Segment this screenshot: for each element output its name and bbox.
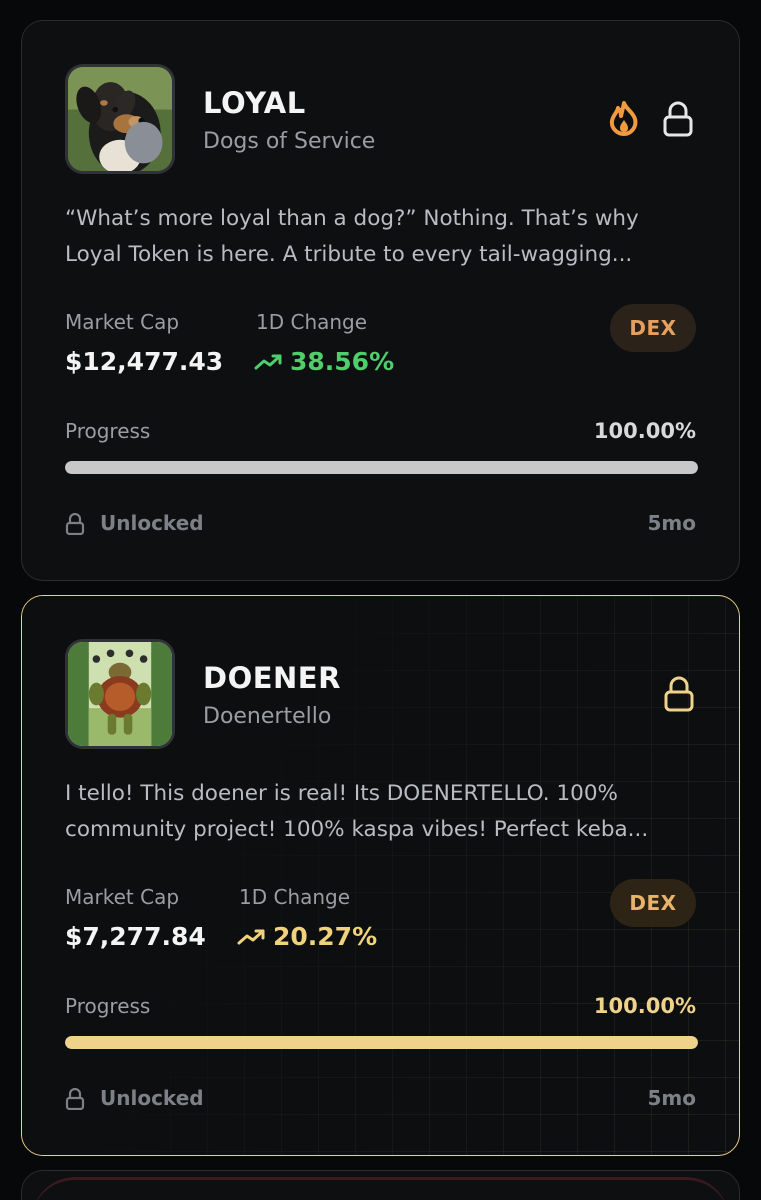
lock-status: Unlocked	[100, 511, 204, 535]
lock-icon[interactable]	[663, 676, 695, 712]
token-name: Doenertello	[203, 704, 332, 729]
change-label: 1D Change	[256, 310, 368, 334]
dog-avatar-image	[68, 67, 172, 171]
change-value: 20.27%	[237, 922, 377, 951]
description-line-1: I tello! This doener is real! Its DOENER…	[65, 781, 618, 806]
unlocked-lock-icon	[65, 1088, 85, 1110]
token-avatar-turtle	[65, 639, 175, 749]
market-cap-label: Market Cap	[65, 885, 180, 909]
lock-icon[interactable]	[662, 101, 694, 137]
trending-up-icon	[237, 929, 265, 944]
progress-bar-fill	[65, 1036, 698, 1049]
progress-percent: 100.00%	[593, 994, 696, 1018]
progress-label: Progress	[65, 994, 151, 1018]
fire-icon	[609, 101, 638, 136]
dex-badge[interactable]: DEX	[610, 879, 696, 927]
progress-bar-fill	[65, 461, 698, 474]
token-age: 5mo	[647, 1086, 697, 1110]
market-cap-value: $12,477.43	[65, 347, 224, 376]
change-label: 1D Change	[239, 885, 351, 909]
progress-bar	[65, 461, 698, 474]
token-card-doener[interactable]: DOENER Doenertello I tello! This doener …	[21, 595, 740, 1156]
token-description: “What’s more loyal than a dog?” Nothing.…	[65, 201, 705, 273]
change-value: 38.56%	[254, 347, 394, 376]
token-description: I tello! This doener is real! Its DOENER…	[65, 776, 705, 848]
unlocked-lock-icon	[65, 513, 85, 535]
token-symbol: DOENER	[203, 661, 341, 695]
token-symbol: LOYAL	[203, 86, 306, 120]
progress-percent: 100.00%	[593, 419, 696, 443]
token-name: Dogs of Service	[203, 129, 376, 154]
trending-up-icon	[254, 354, 282, 369]
lock-status: Unlocked	[100, 1086, 204, 1110]
change-percent: 20.27%	[273, 922, 378, 951]
progress-label: Progress	[65, 419, 151, 443]
change-percent: 38.56%	[290, 347, 395, 376]
token-card-loyal[interactable]: LOYAL Dogs of Service “What’s more loyal…	[21, 20, 740, 581]
description-line-2: Loyal Token is here. A tribute to every …	[65, 242, 633, 267]
token-card-next-partial[interactable]	[21, 1170, 740, 1200]
description-line-1: “What’s more loyal than a dog?” Nothing.…	[65, 206, 639, 231]
token-age: 5mo	[647, 511, 697, 535]
progress-bar	[65, 1036, 698, 1049]
description-line-2: community project! 100% kaspa vibes! Per…	[65, 817, 649, 842]
turtle-avatar-image	[68, 642, 172, 746]
market-cap-value: $7,277.84	[65, 922, 206, 951]
token-avatar-dog	[65, 64, 175, 174]
dex-badge[interactable]: DEX	[610, 304, 696, 352]
market-cap-label: Market Cap	[65, 310, 180, 334]
